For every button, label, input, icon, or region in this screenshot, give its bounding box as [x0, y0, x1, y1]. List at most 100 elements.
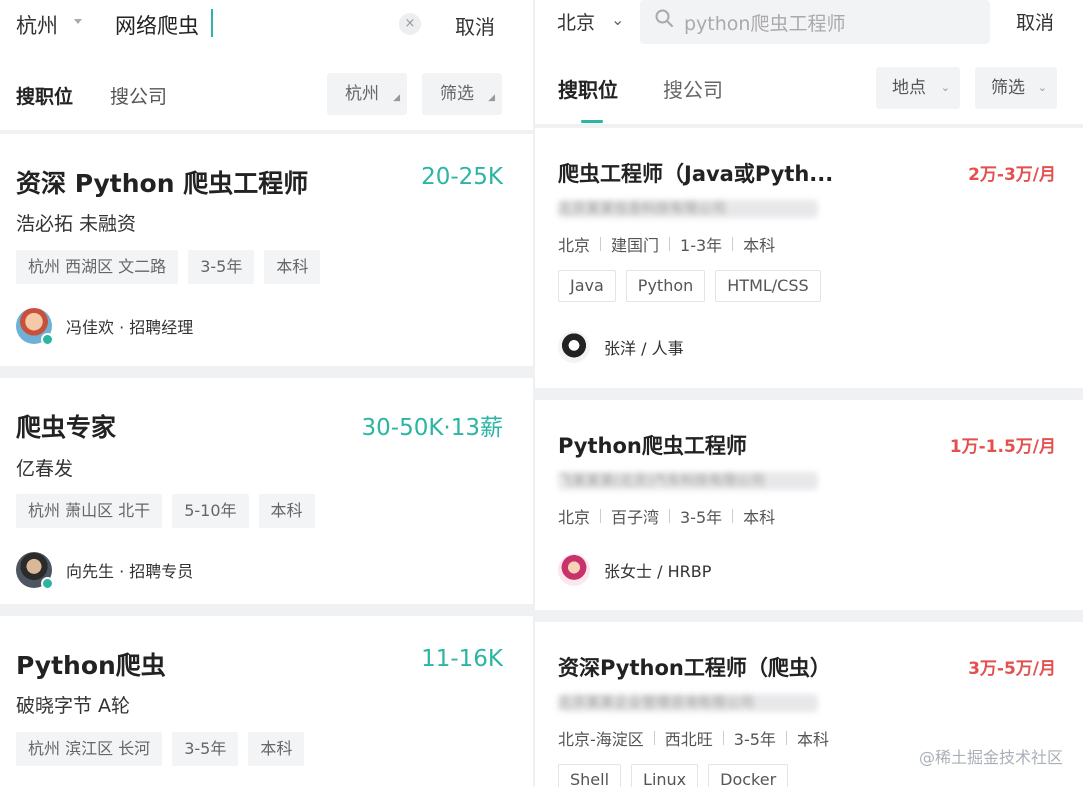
job-tags: 杭州 滨江区 长河 3-5年 本科 [16, 732, 305, 766]
job-card[interactable]: 爬虫工程师（Java或Pyth... 2万-3万/月 北京某某信息科技有限公司 … [535, 128, 1083, 388]
job-tags: 杭州 西湖区 文二路 3-5年 本科 [16, 250, 321, 284]
search-input[interactable]: python爬虫工程师 [640, 0, 990, 44]
company-name-blurred: 北京某某信息科技有限公司 [558, 200, 818, 218]
meta-city: 北京 [558, 508, 591, 527]
city-filter-button[interactable]: 杭州 ◢ [327, 73, 407, 115]
skill-tags: Java Python HTML/CSS [558, 270, 821, 302]
meta-area: 建国门 [611, 236, 660, 255]
search-icon [655, 9, 673, 27]
recruiter-row: 向先生 · 招聘专员 [16, 552, 194, 590]
left-job-search-screen: 杭州 网络爬虫 × 取消 搜职位 搜公司 杭州 ◢ 筛选 ◢ 资深 Python… [0, 0, 533, 787]
company-name: 浩必拓 未融资 [16, 213, 137, 235]
chevron-down-icon: ⌄ [1037, 81, 1047, 94]
tag-experience: 5-10年 [172, 494, 249, 528]
clear-icon[interactable]: × [399, 13, 421, 35]
chevron-down-icon: ⌄ [940, 81, 950, 94]
avatar [16, 552, 54, 590]
job-meta: 北京-海淀区 西北旺 3-5年 本科 [558, 726, 829, 750]
meta-area: 西北旺 [664, 730, 713, 749]
recruiter-name: 张女士 / HRBP [604, 562, 712, 581]
filter-button[interactable]: 筛选 ⌄ [975, 67, 1057, 109]
cancel-button[interactable]: 取消 [1016, 8, 1054, 35]
skill-tag: HTML/CSS [715, 270, 821, 302]
verified-icon [41, 333, 54, 346]
recruiter-name: 向先生 · 招聘专员 [66, 562, 194, 581]
job-title: 爬虫工程师（Java或Pyth... [558, 162, 834, 186]
tab-search-companies[interactable]: 搜公司 [110, 82, 167, 109]
company-name-blurred: 北京某某企业管理咨询有限公司 [558, 694, 818, 712]
job-salary: 30-50K·13薪 [361, 415, 504, 441]
right-job-search-screen: 北京 ⌄ python爬虫工程师 取消 搜职位 搜公司 地点 ⌄ 筛选 ⌄ 爬虫… [535, 0, 1083, 787]
search-tabs: 搜职位 搜公司 杭州 ◢ 筛选 ◢ [0, 52, 533, 130]
skill-tag: Shell [558, 764, 622, 787]
job-salary: 2万-3万/月 [968, 165, 1056, 185]
tab-search-jobs[interactable]: 搜职位 [558, 74, 618, 103]
tag-location: 杭州 萧山区 北干 [16, 494, 163, 528]
meta-degree: 本科 [796, 730, 829, 749]
avatar [558, 331, 590, 363]
job-meta: 北京 建国门 1-3年 本科 [558, 232, 775, 256]
tag-location: 杭州 滨江区 长河 [16, 732, 163, 766]
meta-city: 北京 [558, 236, 591, 255]
skill-tags: Shell Linux Docker [558, 764, 789, 787]
avatar [558, 554, 590, 586]
job-meta: 北京 百子湾 3-5年 本科 [558, 504, 775, 528]
active-tab-indicator [581, 120, 603, 123]
search-placeholder: python爬虫工程师 [684, 13, 846, 35]
tag-experience: 3-5年 [188, 250, 255, 284]
meta-degree: 本科 [743, 236, 776, 255]
verified-icon [41, 577, 54, 590]
skill-tag: Java [558, 270, 616, 302]
job-title: 资深Python工程师（爬虫） [558, 656, 831, 680]
search-tabs: 搜职位 搜公司 地点 ⌄ 筛选 ⌄ [535, 52, 1083, 124]
search-bar: 杭州 网络爬虫 × 取消 [0, 0, 533, 52]
skill-tag: Linux [631, 764, 699, 787]
city-selector[interactable]: 北京 [557, 8, 595, 35]
tag-degree: 本科 [264, 250, 321, 284]
search-bar: 北京 ⌄ python爬虫工程师 取消 [535, 0, 1083, 52]
meta-city: 北京-海淀区 [558, 730, 644, 749]
skill-tag: Docker [708, 764, 789, 787]
job-title: Python爬虫 [16, 651, 166, 680]
recruiter-row: 张女士 / HRBP [558, 553, 711, 587]
job-salary: 20-25K [421, 164, 503, 190]
recruiter-name: 冯佳欢 · 招聘经理 [66, 318, 194, 337]
chevron-down-icon[interactable]: ⌄ [611, 10, 624, 29]
city-selector[interactable]: 杭州 [16, 10, 58, 40]
filter-label: 筛选 [440, 84, 474, 104]
location-filter-button[interactable]: 地点 ⌄ [876, 67, 960, 109]
recruiter-row: 冯佳欢 · 招聘经理 [16, 308, 194, 346]
corner-caret-icon: ◢ [488, 93, 495, 103]
recruiter-name: 张洋 / 人事 [604, 339, 684, 358]
corner-caret-icon: ◢ [393, 93, 400, 103]
job-title: Python爬虫工程师 [558, 434, 747, 458]
job-salary: 3万-5万/月 [968, 659, 1056, 679]
job-title: 资深 Python 爬虫工程师 [16, 169, 309, 198]
tag-experience: 3-5年 [172, 732, 239, 766]
meta-experience: 1-3年 [680, 236, 723, 255]
skill-tag: Python [625, 270, 706, 302]
job-card[interactable]: Python爬虫工程师 1万-1.5万/月 飞某某某(北京)汽车科技有限公司 北… [535, 400, 1083, 610]
meta-experience: 3-5年 [680, 508, 723, 527]
filter-button[interactable]: 筛选 ◢ [422, 73, 502, 115]
job-title: 爬虫专家 [16, 413, 117, 442]
tag-location: 杭州 西湖区 文二路 [16, 250, 179, 284]
cancel-button[interactable]: 取消 [455, 11, 495, 40]
tag-degree: 本科 [248, 732, 305, 766]
job-card[interactable]: 资深 Python 爬虫工程师 20-25K 浩必拓 未融资 杭州 西湖区 文二… [0, 134, 533, 366]
caret-down-icon[interactable] [74, 19, 82, 24]
tab-search-companies[interactable]: 搜公司 [663, 74, 723, 103]
meta-experience: 3-5年 [733, 730, 776, 749]
meta-degree: 本科 [743, 508, 776, 527]
job-salary: 1万-1.5万/月 [949, 437, 1056, 457]
job-card[interactable]: Python爬虫 11-16K 破晓字节 A轮 杭州 滨江区 长河 3-5年 本… [0, 616, 533, 787]
filter-label: 地点 [892, 78, 926, 98]
search-input[interactable]: 网络爬虫 [115, 10, 199, 40]
tag-degree: 本科 [258, 494, 315, 528]
filter-label: 杭州 [345, 84, 379, 104]
meta-area: 百子湾 [611, 508, 660, 527]
tab-search-jobs[interactable]: 搜职位 [16, 82, 73, 109]
company-name: 亿春发 [16, 458, 74, 480]
job-card[interactable]: 爬虫专家 30-50K·13薪 亿春发 杭州 萧山区 北干 5-10年 本科 向… [0, 378, 533, 604]
job-tags: 杭州 萧山区 北干 5-10年 本科 [16, 494, 315, 528]
